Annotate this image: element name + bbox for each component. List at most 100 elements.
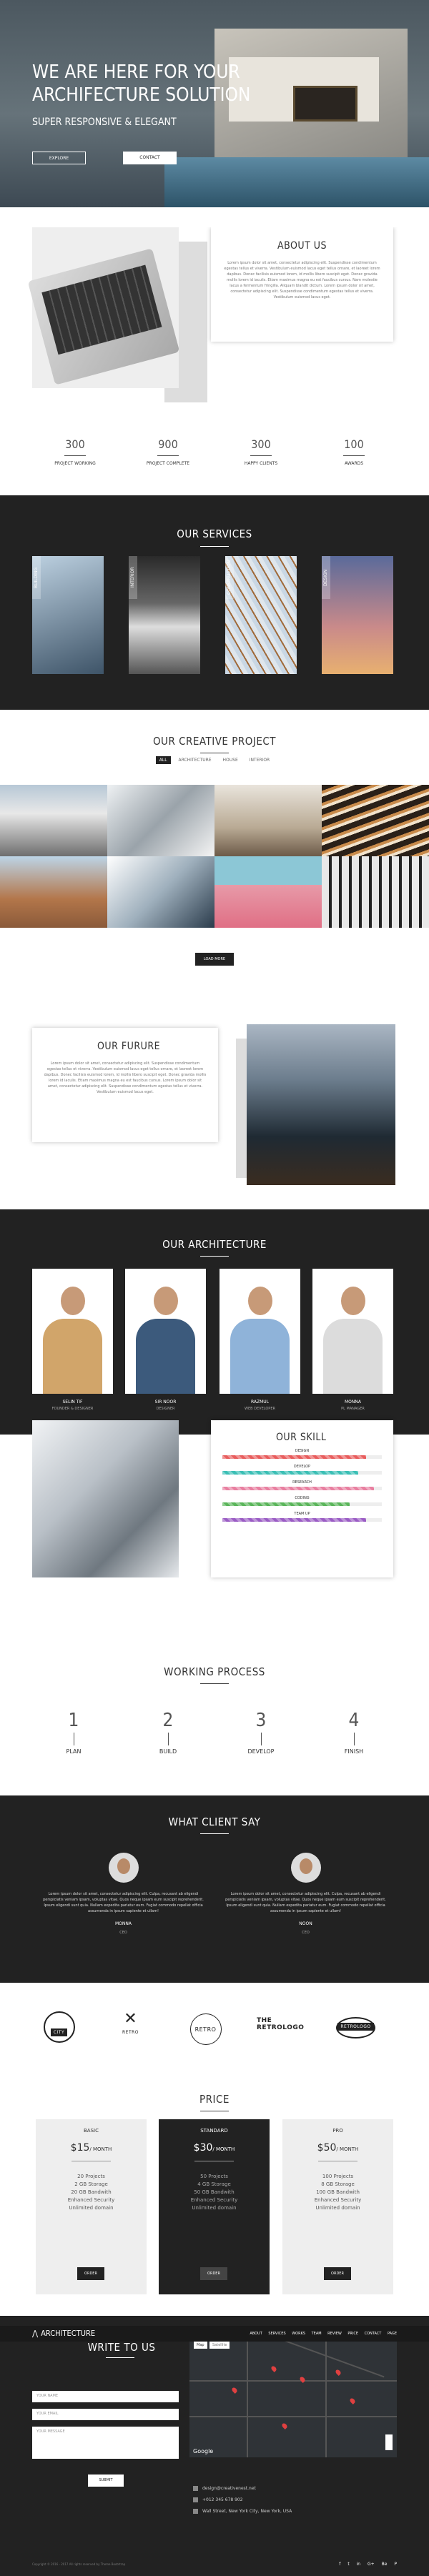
service-card-design[interactable]: DESIGN (322, 556, 393, 674)
facebook-icon[interactable]: f (339, 2562, 340, 2567)
hero-subtitle: SUPER RESPONSIVE & ELEGANT (32, 117, 177, 128)
explore-button[interactable]: EXPLORE (32, 152, 86, 164)
project-image[interactable] (322, 785, 429, 856)
project-title: OUR CREATIVE PROJECT (152, 735, 277, 748)
counters-section: 300 PROJECT WORKING 900 PROJECT COMPLETE 3… (0, 437, 429, 482)
plan-name: BASIC (84, 2128, 99, 2134)
service-label: DESIGN (322, 556, 330, 599)
team-member[interactable]: SELIN TIF FOUNDER & DESIGNER (32, 1269, 113, 1412)
message-textarea[interactable]: YOUR MESSAGE (32, 2427, 179, 2459)
hero-pool-image (164, 157, 429, 207)
pricing-plan-basic: BASIC $15/ MONTH 20 Projects 2 GB Storage… (36, 2119, 147, 2294)
counter-number: 300 (251, 437, 271, 451)
project-section: OUR CREATIVE PROJECT ALL ARCHITECTURE HO… (0, 710, 429, 996)
load-more-button[interactable]: LOAD MORE (195, 953, 234, 966)
plan-features: 20 Projects 2 GB Storage 20 GB Bandwith Enh… (67, 2174, 115, 2211)
step-number: 3 (255, 1710, 267, 1731)
future-text: Lorem ipsum dolor sit amet, consectetur … (44, 1061, 207, 1094)
pricing-plan-standard: STANDARD $30/ MONTH 50 Projects 4 GB Stor… (159, 2119, 270, 2294)
team-member[interactable]: MONNA PL MANAGER (312, 1269, 393, 1412)
twitter-icon[interactable]: t (347, 2562, 349, 2567)
about-image (27, 227, 180, 388)
member-role: WEB DEVELOPER (245, 1407, 275, 1411)
nav-item-services[interactable]: SERVICES (268, 2332, 285, 2336)
team-member[interactable]: SIR NOOR DESIGNER (125, 1269, 206, 1412)
nav-item-works[interactable]: WORKS (292, 2332, 305, 2336)
process-step: 1 PLAN (52, 1710, 95, 1755)
avatar (290, 1853, 321, 1883)
about-text: Lorem ipsum dolor sit amet, consectetur … (224, 261, 380, 299)
skill-label: CODING (295, 1496, 310, 1500)
service-card-building[interactable]: BUILDING (32, 556, 104, 674)
email-icon (193, 2486, 198, 2491)
email-input[interactable]: YOUR EMAIL (32, 2409, 179, 2420)
pinterest-icon[interactable]: P (394, 2562, 397, 2567)
nav-item-page[interactable]: PAGE (388, 2332, 397, 2336)
googleplus-icon[interactable]: G+ (368, 2562, 375, 2567)
nav-item-review[interactable]: REVIEW (327, 2332, 342, 2336)
skill-fill (222, 1471, 358, 1475)
member-photo (312, 1269, 393, 1394)
order-button[interactable]: ORDER (77, 2267, 104, 2280)
name-input[interactable]: YOUR NAME (32, 2391, 179, 2402)
behance-icon[interactable]: Be (382, 2562, 388, 2567)
project-image[interactable] (322, 856, 429, 928)
plan-features: 100 Projects 8 GB Storage 100 GB Bandwith E… (314, 2174, 362, 2211)
tab-architecture[interactable]: ARCHITECTURE (174, 756, 214, 764)
main-nav: ABOUT SERVICES WORKS TEAM REVIEW PRICE C… (245, 2332, 397, 2336)
contact-button[interactable]: CONTACT (123, 152, 177, 164)
counter-number: 900 (158, 437, 178, 451)
skill-label: DESIGN (295, 1449, 310, 1453)
team-section: OUR ARCHITECTURE SELIN TIF FOUNDER & DESI… (0, 1209, 429, 1435)
team-member[interactable]: RAZMUL WEB DEVELOPER (220, 1269, 300, 1412)
client-role: CEO (302, 1931, 310, 1935)
project-image[interactable] (0, 785, 107, 856)
brand-logo[interactable]: ⋀ ARCHITECTURE (32, 2329, 98, 2338)
map-marker-icon (349, 2397, 356, 2404)
hero-title: WE ARE HERE FOR YOUR ARCHIFECTURE SOLUTI… (32, 61, 251, 106)
nav-item-contact[interactable]: CONTACT (365, 2332, 382, 2336)
satellite-view-button[interactable]: Satellite (209, 2342, 230, 2349)
tab-house[interactable]: HOUSE (220, 756, 242, 764)
laptop-image (27, 248, 180, 385)
order-button[interactable]: ORDER (324, 2267, 351, 2280)
skill-label: RESEARCH (292, 1480, 312, 1485)
linkedin-icon[interactable]: in (357, 2562, 360, 2567)
project-image[interactable] (0, 856, 107, 928)
counter-item: 100 AWARDS (318, 437, 390, 466)
member-name: RAZMUL (250, 1400, 270, 1405)
nav-item-about[interactable]: ABOUT (250, 2332, 262, 2336)
service-card-interior[interactable]: INTERIOR (129, 556, 200, 674)
step-number: 1 (68, 1710, 79, 1731)
project-image[interactable] (107, 856, 214, 928)
phone-icon (193, 2497, 198, 2502)
project-image[interactable] (107, 785, 214, 856)
client-logo: THE RETROLOGO (257, 2016, 305, 2031)
tab-interior[interactable]: INTERIOR (246, 756, 274, 764)
nav-item-price[interactable]: PRICE (347, 2332, 358, 2336)
member-role: DESIGNER (156, 1407, 175, 1411)
service-card-construction[interactable]: CONSTRUCTION (225, 556, 297, 674)
triangle-logo-icon: ⋀ (32, 2329, 39, 2338)
location-map[interactable]: Map Satellite Google (189, 2337, 397, 2457)
skill-fill (222, 1455, 366, 1459)
skill-section: OUR SKILL DESIGN DEVELOP RESEARCH CODING TEA… (0, 1413, 429, 1635)
counter-label: PROJECT WORKING (54, 461, 96, 466)
counter-label: AWARDS (344, 461, 364, 466)
counter-label: HAPPY CLIENTS (244, 461, 278, 466)
about-card: ABOUT US Lorem ipsum dolor sit amet, con… (211, 227, 393, 342)
member-name: MONNA (345, 1400, 361, 1405)
team-title: OUR ARCHITECTURE (162, 1238, 267, 1251)
map-zoom-control[interactable] (385, 2434, 393, 2450)
nav-bar: ⋀ ARCHITECTURE ABOUT SERVICES WORKS TEAM … (0, 2326, 429, 2342)
client-logo: RETRO (179, 2004, 232, 2045)
submit-button[interactable]: SUBMIT (88, 2475, 124, 2487)
order-button[interactable]: ORDER (200, 2267, 227, 2280)
map-view-button[interactable]: Map (194, 2342, 207, 2349)
nav-item-team[interactable]: TEAM (312, 2332, 322, 2336)
project-image[interactable] (214, 856, 322, 928)
service-label: INTERIOR (129, 556, 137, 599)
future-section: OUR FURURE Lorem ipsum dolor sit amet, c… (0, 1014, 429, 1207)
tab-all[interactable]: ALL (155, 756, 171, 764)
project-image[interactable] (214, 785, 322, 856)
